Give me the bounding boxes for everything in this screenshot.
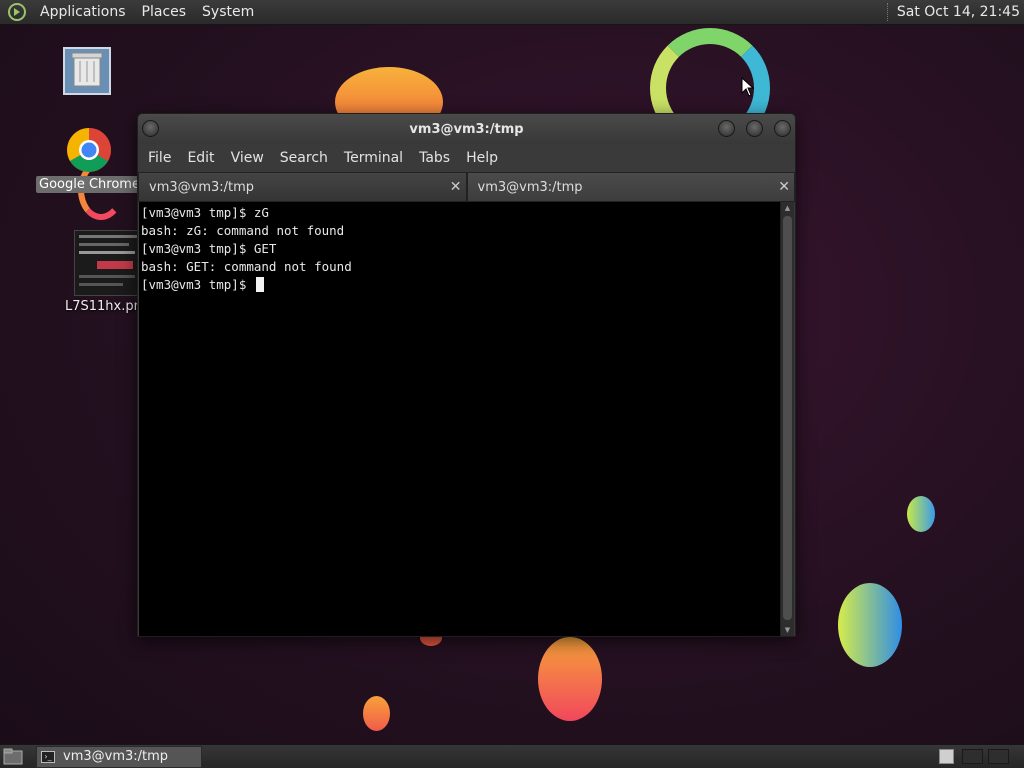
text-cursor: [255, 277, 264, 292]
scroll-up-icon[interactable]: ▲: [781, 202, 794, 214]
desktop-icon-label: [84, 100, 90, 102]
menu-terminal[interactable]: Terminal: [338, 150, 413, 166]
menu-file[interactable]: File: [142, 150, 181, 166]
terminal-icon: ›_: [41, 750, 55, 763]
chrome-icon: [67, 128, 112, 172]
terminal-window: vm3@vm3:/tmp File Edit View Search Termi…: [137, 113, 796, 637]
menu-tabs[interactable]: Tabs: [413, 150, 460, 166]
minimize-button[interactable]: [718, 120, 735, 137]
taskbar-item-label: vm3@vm3:/tmp: [63, 749, 169, 764]
desktop-icon-label: Google Chrome: [36, 176, 143, 193]
trash-icon: [63, 47, 111, 95]
tab-label: vm3@vm3:/tmp: [149, 179, 255, 195]
places-menu[interactable]: Places: [134, 4, 195, 20]
clock[interactable]: Sat Oct 14, 21:45: [897, 4, 1024, 20]
close-icon[interactable]: ✕: [778, 179, 790, 195]
bottom-panel: ›_ vm3@vm3:/tmp: [0, 744, 1024, 768]
close-icon[interactable]: ✕: [450, 179, 462, 195]
wallpaper-orange-blob-bottom: [538, 637, 602, 721]
tab-1[interactable]: vm3@vm3:/tmp ✕: [138, 172, 467, 202]
mouse-pointer-icon: [741, 77, 755, 97]
panel-separator: [886, 3, 889, 21]
menu-view[interactable]: View: [225, 150, 274, 166]
menu-edit[interactable]: Edit: [181, 150, 224, 166]
terminal-output[interactable]: [vm3@vm3 tmp]$ zG bash: zG: command not f…: [139, 202, 781, 636]
wallpaper-orange-blob-small: [363, 696, 390, 731]
workspace-3[interactable]: [988, 749, 1009, 764]
wallpaper-blue-blob-large: [838, 583, 902, 667]
applications-menu[interactable]: Applications: [32, 4, 134, 20]
workspace-2[interactable]: [962, 749, 983, 764]
scrollbar-thumb[interactable]: [783, 216, 792, 620]
system-menu[interactable]: System: [194, 4, 262, 20]
tab-2[interactable]: vm3@vm3:/tmp ✕: [466, 172, 795, 202]
scroll-down-icon[interactable]: ▼: [781, 624, 794, 636]
show-desktop-icon[interactable]: [3, 748, 23, 765]
terminal-line: bash: GET: command not found: [141, 259, 352, 274]
window-titlebar[interactable]: vm3@vm3:/tmp: [138, 114, 795, 144]
terminal-line: bash: zG: command not found: [141, 223, 345, 238]
desktop-icon-trash[interactable]: [62, 46, 112, 102]
window-title: vm3@vm3:/tmp: [409, 121, 524, 137]
terminal-prompt: [vm3@vm3 tmp]$: [141, 277, 254, 292]
tab-label: vm3@vm3:/tmp: [477, 179, 583, 195]
desktop-icon-google-chrome[interactable]: Google Chrome: [36, 126, 143, 193]
tab-bar: vm3@vm3:/tmp ✕ vm3@vm3:/tmp ✕: [138, 172, 795, 202]
menu-search[interactable]: Search: [274, 150, 338, 166]
window-menubar: File Edit View Search Terminal Tabs Help: [138, 144, 795, 172]
workspace-1[interactable]: [939, 749, 954, 764]
close-button[interactable]: [774, 120, 791, 137]
terminal-line: [vm3@vm3 tmp]$ GET: [141, 241, 277, 256]
maximize-button[interactable]: [746, 120, 763, 137]
image-thumbnail-icon: [73, 230, 142, 296]
taskbar-item-terminal[interactable]: ›_ vm3@vm3:/tmp: [36, 745, 202, 768]
distro-logo-icon[interactable]: [6, 1, 28, 23]
menu-help[interactable]: Help: [460, 150, 508, 166]
window-menu-button[interactable]: [142, 120, 159, 137]
top-panel: Applications Places System Sat Oct 14, 2…: [0, 0, 1024, 25]
terminal-line: [vm3@vm3 tmp]$ zG: [141, 205, 269, 220]
terminal-scrollbar[interactable]: ▲ ▼: [780, 202, 794, 636]
wallpaper-blue-blob-small: [907, 496, 935, 532]
